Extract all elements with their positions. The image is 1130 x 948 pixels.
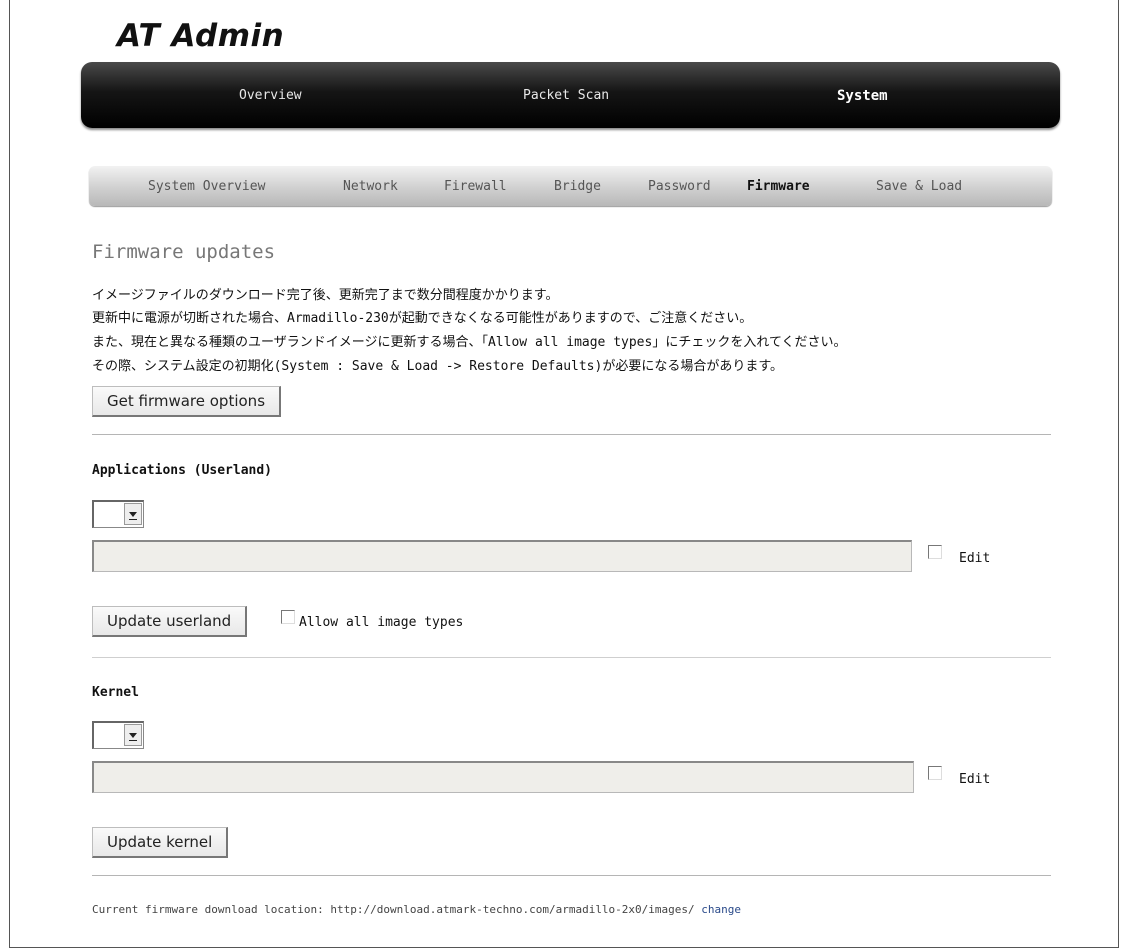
firmware-location-footer: Current firmware download location: http… bbox=[92, 903, 741, 916]
top-nav-system[interactable]: System bbox=[837, 62, 888, 128]
update-userland-button[interactable]: Update userland bbox=[92, 606, 248, 637]
firmware-title: Firmware updates bbox=[92, 241, 276, 263]
kernel-heading: Kernel bbox=[92, 685, 139, 700]
description-line-4: その際、システム設定の初期化(System : Save & Load -> R… bbox=[92, 359, 784, 374]
description-line-1: イメージファイルのダウンロード完了後、更新完了まで数分間程度かかります。 bbox=[92, 288, 559, 303]
description-line-3: また、現在と異なる種類のユーザランドイメージに更新する場合、「Allow all… bbox=[92, 335, 847, 350]
chevron-down-icon bbox=[124, 503, 142, 525]
userland-image-select[interactable] bbox=[92, 500, 144, 528]
kernel-image-select[interactable] bbox=[92, 721, 144, 749]
allow-all-image-types-label: Allow all image types bbox=[299, 615, 464, 630]
top-nav: Overview Packet Scan System bbox=[81, 62, 1060, 128]
userland-url-input[interactable] bbox=[92, 540, 912, 572]
top-nav-packet-scan[interactable]: Packet Scan bbox=[523, 62, 609, 128]
kernel-edit-checkbox[interactable] bbox=[928, 766, 942, 780]
change-location-link[interactable]: change bbox=[701, 903, 741, 916]
sub-nav-network[interactable]: Network bbox=[343, 166, 398, 206]
sub-nav-bridge[interactable]: Bridge bbox=[554, 166, 601, 206]
divider bbox=[92, 875, 1051, 876]
chevron-down-icon bbox=[124, 724, 142, 746]
sub-nav-password[interactable]: Password bbox=[648, 166, 711, 206]
sub-nav-system-overview[interactable]: System Overview bbox=[148, 166, 265, 206]
applications-heading: Applications (Userland) bbox=[92, 463, 273, 478]
kernel-url-input[interactable] bbox=[92, 761, 914, 793]
sub-nav: System Overview Network Firewall Bridge … bbox=[89, 166, 1052, 206]
userland-edit-checkbox[interactable] bbox=[928, 545, 942, 559]
sub-nav-firmware[interactable]: Firmware bbox=[747, 166, 810, 206]
allow-all-image-types-checkbox[interactable] bbox=[281, 610, 295, 624]
top-nav-overview[interactable]: Overview bbox=[239, 62, 302, 128]
userland-edit-label: Edit bbox=[959, 551, 991, 566]
divider bbox=[92, 657, 1051, 658]
firmware-location-text: Current firmware download location: http… bbox=[92, 903, 695, 916]
update-kernel-button[interactable]: Update kernel bbox=[92, 827, 229, 858]
app-logo: AT Admin bbox=[117, 18, 285, 54]
description-line-2: 更新中に電源が切断された場合、Armadillo-230が起動できなくなる可能性… bbox=[92, 311, 753, 326]
sub-nav-save-load[interactable]: Save & Load bbox=[876, 166, 962, 206]
sub-nav-firewall[interactable]: Firewall bbox=[444, 166, 507, 206]
divider bbox=[92, 434, 1051, 435]
kernel-edit-label: Edit bbox=[959, 772, 991, 787]
get-firmware-options-button[interactable]: Get firmware options bbox=[92, 386, 282, 417]
